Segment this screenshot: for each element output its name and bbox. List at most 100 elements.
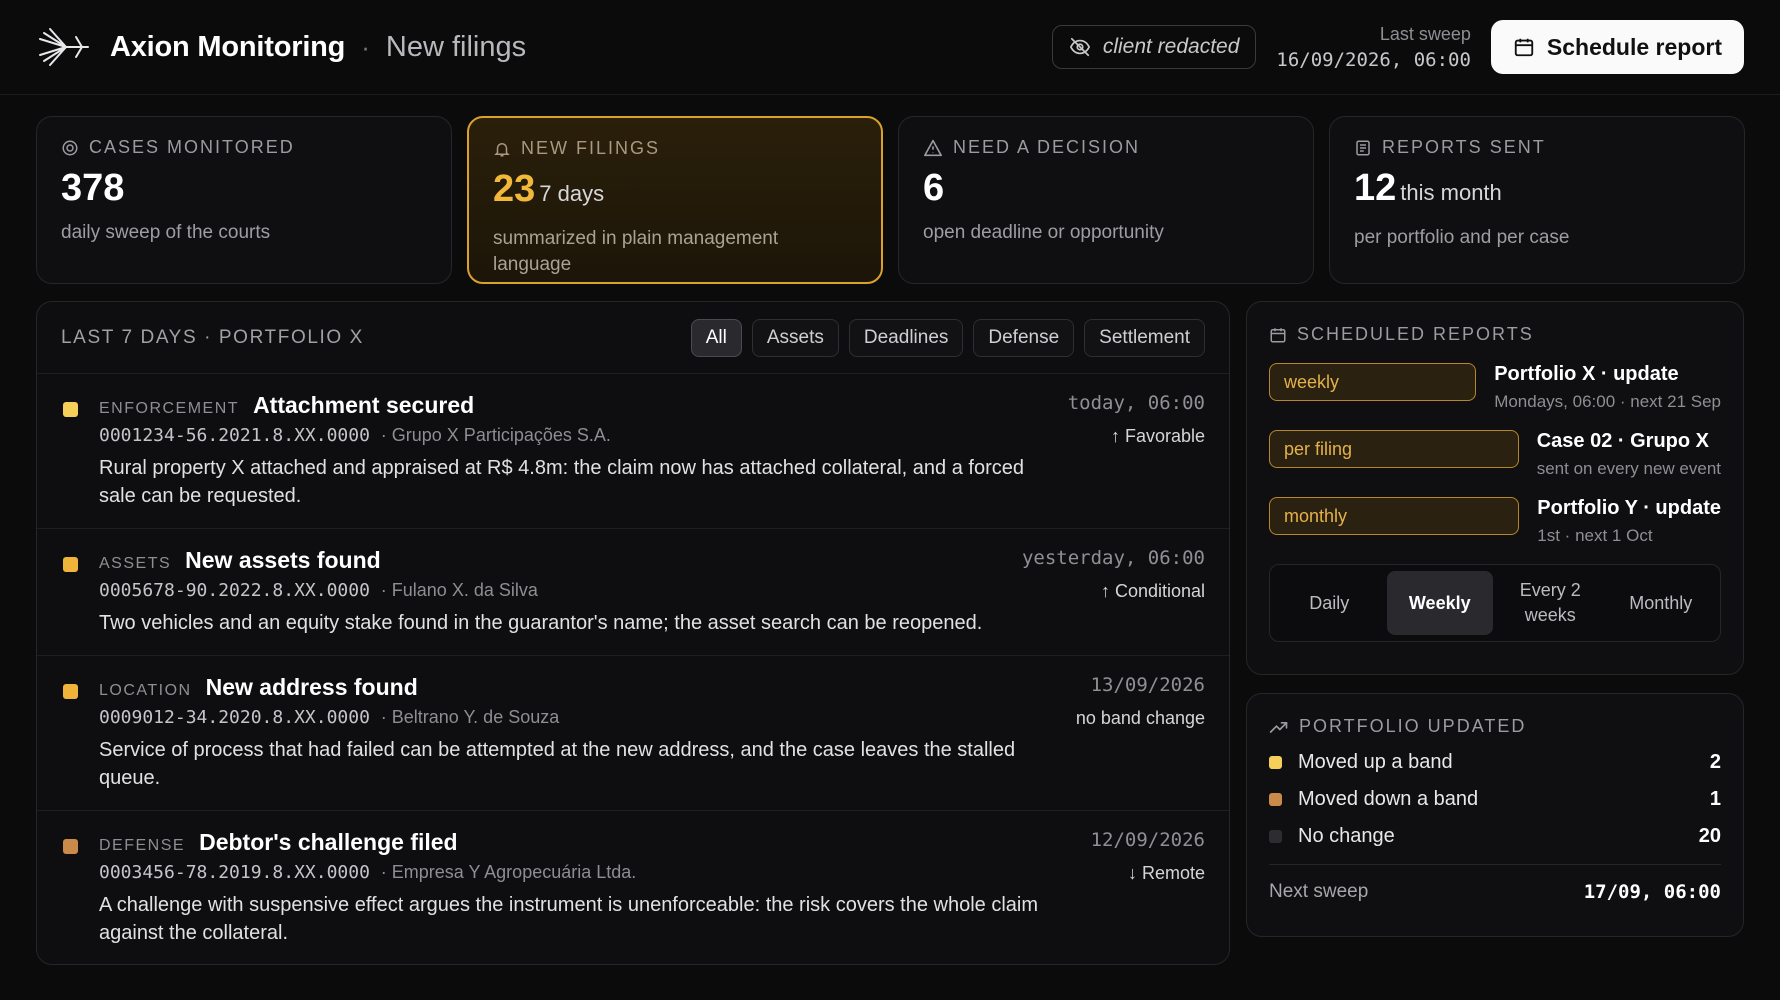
- case-number: 0003456-78.2019.8.XX.0000: [99, 862, 370, 883]
- kpi-new-filings[interactable]: NEW FILINGS 23 7 days summarized in plain…: [467, 116, 883, 284]
- report-name: Portfolio Y · update: [1537, 497, 1721, 519]
- kpi-value: 23: [493, 168, 536, 210]
- eye-off-icon: [1069, 37, 1090, 57]
- filter-deadlines[interactable]: Deadlines: [848, 318, 964, 357]
- target-icon: [62, 140, 78, 155]
- next-sweep: Next sweep 17/09, 06:00: [1269, 864, 1721, 903]
- kpi-need-a-decision: NEED A DECISION 6 open deadline or oppor…: [898, 116, 1314, 284]
- frequency-monthly[interactable]: Monthly: [1608, 571, 1715, 635]
- band-label: No change: [1298, 825, 1395, 847]
- bell-icon: [494, 142, 510, 156]
- kpi-value: 12: [1354, 167, 1397, 209]
- party-name: · Grupo X Participações S.A.: [380, 425, 611, 445]
- band-label: Moved down a band: [1298, 788, 1479, 810]
- case-number: 0009012-34.2020.8.XX.0000: [99, 707, 370, 728]
- filter-settlement[interactable]: Settlement: [1084, 318, 1205, 357]
- filing-status: ↑ Conditional: [1100, 581, 1205, 601]
- frequency-tag: monthly: [1269, 497, 1520, 535]
- kpi-title: REPORTS SENT: [1382, 137, 1546, 157]
- last-sweep: Last sweep 16/09/2026, 06:00: [1276, 24, 1470, 71]
- redacted-label: client redacted: [1102, 35, 1240, 58]
- filing-summary: Two vehicles and an equity stake found i…: [99, 612, 983, 634]
- scheduled-report-row[interactable]: per filing Case 02 · Grupo X sent on eve…: [1269, 430, 1721, 479]
- axion-logo-icon: [39, 28, 89, 66]
- band-count: 2: [1709, 751, 1721, 773]
- frequency-tag: weekly: [1269, 363, 1477, 401]
- band-marker: [1269, 793, 1282, 806]
- band-count: 20: [1698, 825, 1721, 847]
- filing-title: New address found: [205, 674, 418, 700]
- schedule-report-label: Schedule report: [1546, 33, 1722, 60]
- report-schedule: Mondays, 06:00 · next 21 Sep: [1494, 392, 1721, 411]
- frequency-daily[interactable]: Daily: [1276, 571, 1383, 635]
- filing-status: ↑ Favorable: [1110, 426, 1205, 446]
- title-separator: ·: [361, 31, 370, 62]
- kpi-title: NEW FILINGS: [521, 138, 661, 158]
- frequency-selector: Daily Weekly Every 2 weeks Monthly: [1269, 564, 1721, 642]
- next-sweep-label: Next sweep: [1269, 881, 1369, 902]
- scheduled-reports-panel: SCHEDULED REPORTS weekly Portfolio X · u…: [1246, 301, 1744, 675]
- band-count: 1: [1709, 788, 1721, 810]
- calendar-icon: [1270, 327, 1286, 342]
- filing-summary: Rural property X attached and appraised …: [99, 457, 1024, 507]
- report-schedule: sent on every new event: [1536, 459, 1721, 478]
- filing-title: New assets found: [185, 547, 381, 573]
- filing-item[interactable]: DEFENSE Debtor's challenge filed 12/09/2…: [37, 811, 1229, 964]
- filing-date: yesterday, 06:00: [1021, 547, 1205, 569]
- brand-name: Axion Monitoring: [110, 30, 346, 63]
- category-marker: [63, 684, 78, 699]
- filing-item[interactable]: ENFORCEMENT Attachment secured today, 06…: [37, 374, 1229, 529]
- party-name: · Fulano X. da Silva: [380, 580, 538, 600]
- trend-up-icon: [1269, 721, 1288, 733]
- filing-category: ASSETS: [99, 555, 172, 572]
- kpi-value: 378: [61, 167, 125, 209]
- filing-status: ↓ Remote: [1127, 863, 1205, 883]
- scheduled-report-row[interactable]: weekly Portfolio X · update Mondays, 06:…: [1269, 363, 1721, 412]
- filter-defense[interactable]: Defense: [973, 318, 1075, 357]
- document-icon: [1356, 140, 1370, 155]
- feed-title: LAST 7 DAYS · PORTFOLIO X: [61, 326, 364, 348]
- frequency-weekly[interactable]: Weekly: [1386, 571, 1493, 635]
- kpi-description: daily sweep of the courts: [61, 222, 271, 243]
- band-row: No change 20: [1269, 825, 1721, 848]
- filing-item[interactable]: LOCATION New address found 13/09/2026 no…: [37, 656, 1229, 811]
- band-row: Moved up a band 2: [1269, 751, 1721, 774]
- case-number: 0005678-90.2022.8.XX.0000: [99, 580, 370, 601]
- last-sweep-label: Last sweep: [1379, 23, 1471, 44]
- band-marker: [1269, 830, 1282, 843]
- filter-all[interactable]: All: [690, 318, 742, 357]
- kpi-unit: 7 days: [539, 181, 605, 206]
- band-label: Moved up a band: [1298, 751, 1453, 773]
- filing-summary: A challenge with suspensive effect argue…: [99, 894, 1039, 944]
- party-name: · Beltrano Y. de Souza: [380, 707, 560, 727]
- kpi-reports-sent: REPORTS SENT 12 this month per portfolio …: [1329, 116, 1745, 284]
- filing-date: today, 06:00: [1067, 392, 1205, 414]
- schedule-report-button[interactable]: Schedule report: [1490, 20, 1744, 74]
- filing-item[interactable]: ASSETS New assets found yesterday, 06:00…: [37, 529, 1229, 656]
- filing-summary: Service of process that had failed can b…: [99, 739, 1016, 789]
- band-row: Moved down a band 1: [1269, 788, 1721, 811]
- filing-title: Attachment secured: [253, 392, 475, 418]
- case-number: 0001234-56.2021.8.XX.0000: [99, 425, 370, 446]
- party-name: · Empresa Y Agropecuária Ltda.: [380, 862, 637, 882]
- kpi-title: NEED A DECISION: [953, 137, 1141, 157]
- portfolio-updated-panel: PORTFOLIO UPDATED Moved up a band 2 Move…: [1246, 693, 1744, 937]
- panel-title: PORTFOLIO UPDATED: [1299, 716, 1527, 736]
- page-title: New filings: [385, 30, 527, 63]
- client-redacted-toggle[interactable]: client redacted: [1051, 25, 1257, 69]
- filter-chips: All Assets Deadlines Defense Settlement: [690, 318, 1205, 357]
- filings-feed: LAST 7 DAYS · PORTFOLIO X All Assets Dea…: [36, 301, 1230, 965]
- report-name: Portfolio X · update: [1494, 363, 1679, 385]
- scheduled-report-row[interactable]: monthly Portfolio Y · update 1st · next …: [1269, 497, 1721, 546]
- kpi-cases-monitored: CASES MONITORED 378 daily sweep of the c…: [36, 116, 452, 284]
- filter-assets[interactable]: Assets: [751, 318, 839, 357]
- category-marker: [63, 557, 78, 572]
- last-sweep-value: 16/09/2026, 06:00: [1276, 48, 1471, 71]
- next-sweep-value: 17/09, 06:00: [1583, 881, 1721, 903]
- kpi-unit: this month: [1400, 180, 1502, 205]
- filing-category: DEFENSE: [99, 837, 186, 854]
- filing-category: ENFORCEMENT: [99, 400, 240, 417]
- filing-date: 12/09/2026: [1090, 829, 1205, 851]
- category-marker: [63, 402, 78, 417]
- frequency-every-2-weeks[interactable]: Every 2 weeks: [1497, 571, 1604, 635]
